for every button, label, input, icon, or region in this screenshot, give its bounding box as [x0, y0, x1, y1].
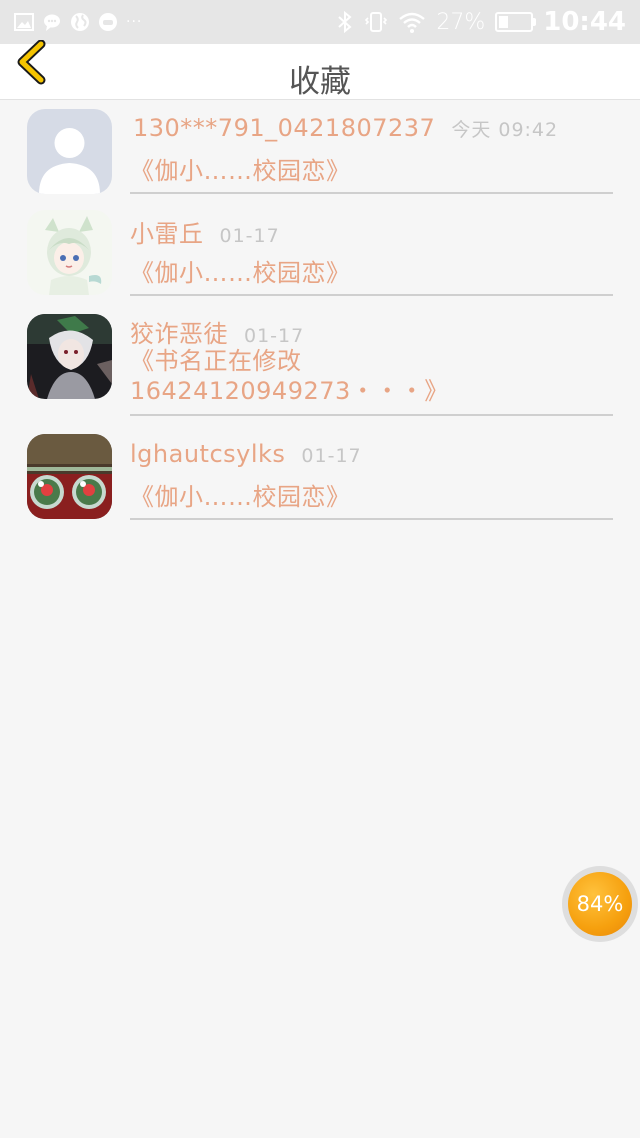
- book-title[interactable]: 《伽小……校园恋》: [130, 258, 351, 288]
- item-content: 130***791_0421807237 今天 09:42 《伽小……校园恋》: [130, 112, 613, 194]
- timestamp: 01-17: [219, 225, 280, 247]
- avatar[interactable]: [27, 434, 112, 519]
- battery-level: [499, 16, 509, 28]
- user-name[interactable]: 小雷丘: [130, 220, 204, 248]
- user-name[interactable]: 130***791_0421807237: [133, 114, 435, 142]
- dark-anime-avatar-icon: [27, 314, 112, 399]
- book-title[interactable]: 《伽小……校园恋》: [130, 482, 351, 512]
- system-indicators: 27% 10:44: [336, 6, 626, 38]
- progress-label: 84%: [568, 872, 632, 936]
- vibrate-icon: [364, 10, 388, 34]
- more-notifications-dots: ···: [126, 14, 143, 30]
- chat-icon: [42, 12, 62, 32]
- timestamp: 今天 09:42: [451, 119, 559, 141]
- list-item[interactable]: 130***791_0421807237 今天 09:42 《伽小……校园恋》: [0, 100, 640, 196]
- book-title-line: 16424120949273・・・》: [130, 377, 449, 405]
- book-title[interactable]: 《伽小……校园恋》: [130, 156, 351, 186]
- title-bar: 收藏: [0, 39, 640, 100]
- battery-percent: 27%: [436, 9, 486, 35]
- page-title: 收藏: [289, 64, 351, 100]
- list-item[interactable]: 狡诈恶徒 01-17 《书名正在修改 16424120949273・・・》: [0, 300, 640, 418]
- item-content: 狡诈恶徒 01-17 《书名正在修改 16424120949273・・・》: [130, 312, 613, 416]
- gamepad-icon: [98, 12, 118, 32]
- avatar[interactable]: [27, 109, 112, 194]
- avatar[interactable]: [27, 314, 112, 399]
- floating-progress-button[interactable]: 84%: [562, 866, 638, 942]
- water-drop-avatar-icon: [27, 434, 112, 519]
- book-title-line: 《书名正在修改: [130, 347, 302, 375]
- default-avatar-icon: [27, 109, 112, 194]
- avatar[interactable]: [27, 210, 112, 295]
- list-item[interactable]: 小雷丘 01-17 《伽小……校园恋》: [0, 200, 640, 298]
- clock: 10:44: [543, 7, 626, 37]
- user-name[interactable]: lghautcsylks: [130, 440, 285, 468]
- notification-icons: ···: [14, 10, 142, 34]
- item-content: 小雷丘 01-17 《伽小……校园恋》: [130, 212, 613, 296]
- bluetooth-icon: [336, 10, 354, 34]
- wifi-icon: [398, 10, 426, 34]
- timestamp: 01-17: [301, 445, 362, 467]
- gallery-icon: [14, 12, 34, 32]
- anime-girl-avatar-icon: [27, 210, 112, 295]
- timestamp: 01-17: [244, 325, 305, 347]
- book-title[interactable]: 《书名正在修改 16424120949273・・・》: [130, 346, 449, 406]
- globe-icon: [70, 12, 90, 32]
- status-bar: ··· 27% 10:44: [0, 0, 640, 44]
- item-content: lghautcsylks 01-17 《伽小……校园恋》: [130, 438, 613, 520]
- list-item[interactable]: lghautcsylks 01-17 《伽小……校园恋》: [0, 420, 640, 524]
- battery-icon: [495, 12, 537, 32]
- user-name[interactable]: 狡诈恶徒: [130, 320, 228, 348]
